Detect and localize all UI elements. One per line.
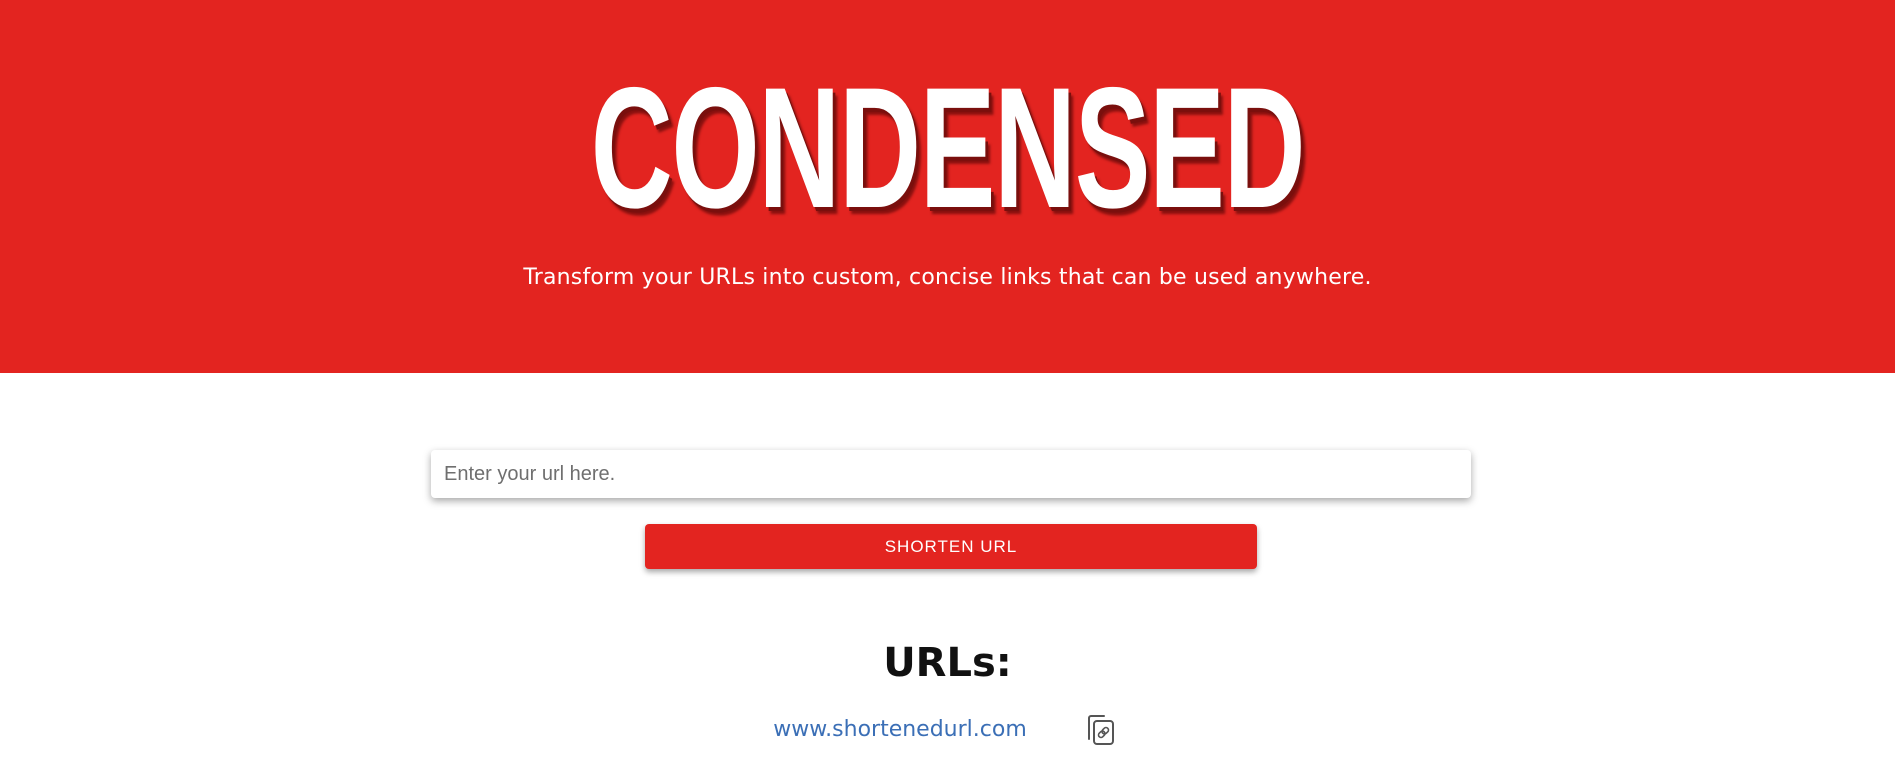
- hero-banner: CONDENSED Transform your URLs into custo…: [0, 0, 1895, 373]
- url-input[interactable]: [431, 450, 1471, 498]
- copy-link-icon-graphic: [1088, 715, 1114, 745]
- site-title: CONDENSED: [590, 52, 1306, 244]
- urls-heading: URLs:: [883, 640, 1012, 686]
- site-tagline: Transform your URLs into custom, concise…: [523, 265, 1372, 290]
- shorten-url-button[interactable]: SHORTEN URL: [645, 524, 1257, 569]
- copy-link-icon[interactable]: [1085, 713, 1117, 747]
- shortened-url-link[interactable]: www.shortenedurl.com: [760, 717, 1040, 742]
